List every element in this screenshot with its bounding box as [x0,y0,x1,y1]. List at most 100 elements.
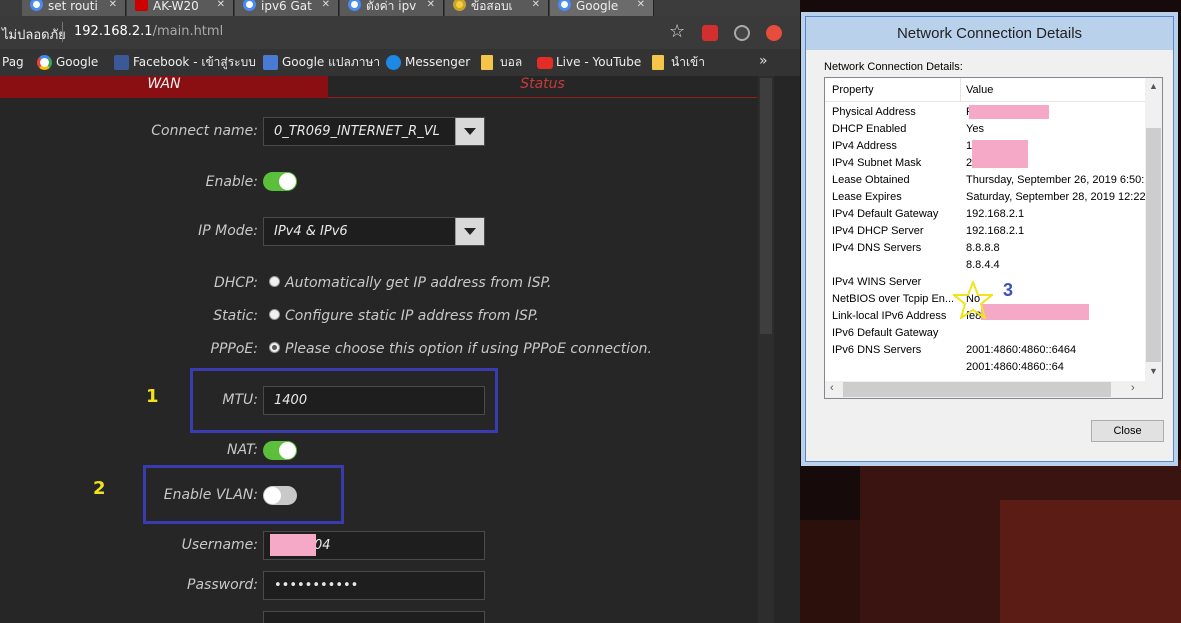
close-icon[interactable]: ✕ [217,0,225,11]
scrollbar-thumb[interactable] [760,78,772,334]
ip-mode-select[interactable]: IPv4 & IPv6 [263,217,485,246]
bookmark-label: บอล [500,55,523,69]
row-property: Lease Expires [832,191,902,203]
scrollbar-corner [1145,381,1162,398]
tab-label: AK-W20 [153,0,199,13]
google-favicon-icon [558,0,571,11]
bookmark-item[interactable]: Messenger [386,55,470,71]
table-row[interactable]: IPv4 Default Gateway 192.168.2.1 [825,207,1145,224]
enable-vlan-toggle[interactable] [263,486,297,505]
row-property: NetBIOS over Tcpip En... [832,293,955,305]
extension-icon[interactable] [702,25,718,41]
connect-name-label: Connect name: [151,123,258,139]
bookmark-star-icon[interactable]: ☆ [669,21,685,42]
column-divider[interactable] [960,78,961,102]
connect-name-select[interactable]: 0_TR069_INTERNET_R_VL [263,117,485,146]
redaction-mark [270,534,316,556]
address-bar[interactable]: ไม่ปลอดภัย 192.168.2.1/main.html ☆ [0,16,800,49]
next-field-partial[interactable] [263,611,485,623]
google-translate-icon [263,55,278,70]
google-favicon-icon [30,0,43,11]
star-highlight-icon [953,281,993,319]
scroll-right-icon[interactable]: › [1131,382,1135,394]
page-scrollbar[interactable] [758,76,774,623]
close-icon[interactable]: ✕ [322,0,330,11]
chevron-down-icon[interactable] [455,218,484,245]
table-row[interactable]: IPv4 DHCP Server 192.168.2.1 [825,224,1145,241]
table-row[interactable]: DHCP Enabled Yes [825,122,1145,139]
tab-wan[interactable]: WAN [0,76,328,98]
column-header-property[interactable]: Property [832,84,874,96]
table-row[interactable]: IPv6 Default Gateway [825,326,1145,343]
bookmark-item[interactable]: บอล [481,55,522,71]
url-text[interactable]: 192.168.2.1/main.html [74,24,223,39]
scroll-down-icon[interactable]: ▼ [1149,366,1158,376]
url-path: /main.html [152,24,224,39]
table-row[interactable]: Lease Expires Saturday, September 28, 201… [825,190,1145,207]
scroll-left-icon[interactable]: ‹ [830,382,834,394]
table-row[interactable]: Lease Obtained Thursday, September 26, 20… [825,173,1145,190]
mtu-input[interactable]: 1400 [263,386,485,415]
enable-toggle[interactable] [263,172,297,191]
scroll-up-icon[interactable]: ▲ [1149,81,1158,91]
bookmark-item[interactable]: Google แปลภาษา [263,55,380,71]
chevron-down-icon[interactable] [455,118,484,145]
url-host: 192.168.2.1 [74,24,153,39]
row-property: IPv4 WINS Server [832,276,922,288]
details-list-view[interactable]: Property Value Physical AddressF FDHCP E… [824,77,1163,399]
row-property: IPv4 Default Gateway [832,208,939,220]
browser-tab[interactable]: ipv6 Gat ✕ [235,0,339,16]
pppoe-radio[interactable] [269,342,280,353]
column-header-value[interactable]: Value [966,84,993,96]
password-input[interactable]: ••••••••••• [263,571,485,600]
bookmark-item[interactable]: Facebook - เข้าสู่ระบบ [114,55,256,71]
mtu-label: MTU: [222,392,258,408]
row-value: 8.8.8.8 [966,242,1000,254]
bookmark-item[interactable]: นำเข้า [652,55,705,71]
dialog-title: Network Connection Details [806,17,1173,50]
bookmark-item[interactable]: Live - YouTube [537,55,641,71]
table-row[interactable]: 2001:4860:4860::64 [825,360,1145,377]
row-value: 2001:4860:4860::64 [966,361,1064,373]
row-value: 192.168.2.1 [966,225,1025,237]
connect-name-value: 0_TR069_INTERNET_R_VL [274,124,440,139]
tab-label: set routi [48,0,98,13]
bookmark-label: Facebook - เข้าสู่ระบบ [133,55,256,69]
close-icon[interactable]: ✕ [109,0,117,11]
security-indicator[interactable]: ไม่ปลอดภัย [2,24,66,45]
close-icon[interactable]: ✕ [532,0,540,11]
static-radio[interactable] [269,309,280,320]
table-row[interactable]: 8.8.4.4 [825,258,1145,275]
close-icon[interactable]: ✕ [637,0,645,11]
browser-tab[interactable]: AK-W20 ✕ [127,0,234,16]
scrollbar-thumb[interactable] [1146,128,1161,362]
browser-tab[interactable]: Google ✕ [550,0,654,16]
password-label: Password: [187,577,258,593]
bookmark-label: Google [56,55,99,69]
horizontal-scrollbar[interactable]: ‹ › [825,381,1145,398]
row-property: IPv4 DNS Servers [832,242,922,254]
browser-tab[interactable]: set routi ✕ [22,0,126,16]
static-label: Static: [213,308,258,324]
close-button[interactable]: Close [1091,420,1164,442]
extension-icon[interactable] [734,25,750,41]
tab-status[interactable]: Status [328,76,757,98]
nat-toggle[interactable] [263,441,297,460]
dialog-subtitle: Network Connection Details: [824,61,963,73]
close-icon[interactable]: ✕ [427,0,435,11]
bookmark-item[interactable]: Google [37,55,98,71]
row-property: Lease Obtained [832,174,910,186]
bookmarks-overflow-button[interactable]: » [759,53,768,69]
toggle-knob [279,442,296,459]
row-value: Saturday, September 28, 2019 12:22: [966,191,1145,203]
messenger-icon [386,55,401,70]
table-row[interactable]: IPv4 DNS Servers 8.8.8.8 [825,241,1145,258]
browser-tab[interactable]: ตั้งค่า ipv ✕ [340,0,444,16]
dhcp-radio[interactable] [269,276,280,287]
browser-tab[interactable]: ข้อสอบเ ✕ [445,0,549,16]
extension-icon[interactable] [766,25,782,41]
scrollbar-thumb[interactable] [843,382,1111,397]
bookmark-item[interactable]: Pag [2,55,24,71]
vertical-scrollbar[interactable]: ▲ ▼ [1145,78,1162,381]
table-row[interactable]: IPv6 DNS Servers 2001:4860:4860::6464 [825,343,1145,360]
